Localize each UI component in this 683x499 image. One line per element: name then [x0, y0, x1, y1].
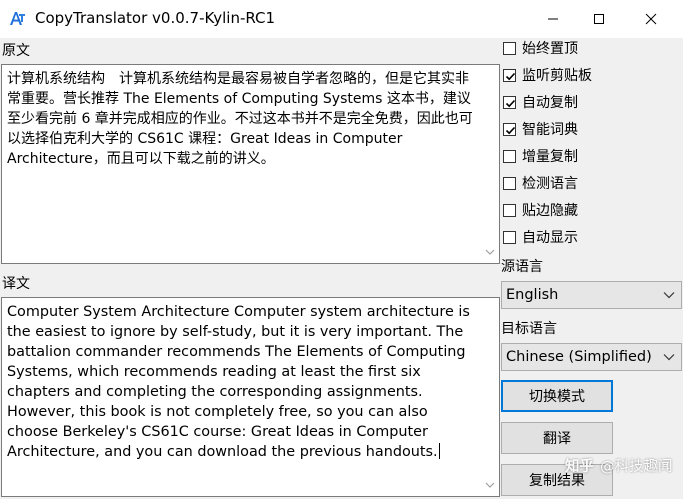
option-label: 监听剪贴板 — [522, 68, 592, 84]
option-incremental-copy[interactable]: 增量复制 — [503, 146, 578, 166]
checkbox-smart-dict[interactable] — [503, 122, 516, 136]
target-label: 译文 — [2, 276, 30, 292]
option-label: 自动复制 — [522, 95, 578, 111]
source-text-area[interactable]: 计算机系统结构 计算机系统结构是最容易被自学者忽略的，但是它其实非常重要。营长推… — [1, 64, 500, 264]
chevron-down-icon — [663, 354, 675, 361]
target-language-label: 目标语言 — [501, 321, 557, 337]
switch-mode-button[interactable]: 切换模式 — [501, 380, 613, 412]
option-label: 自动显示 — [522, 230, 578, 246]
check-icon — [505, 99, 516, 107]
watermark-text: @科技趣闻 — [600, 459, 673, 475]
option-smart-dict[interactable]: 智能词典 — [503, 119, 578, 139]
checkbox-detect-language[interactable] — [503, 176, 516, 190]
title-bar[interactable]: CopyTranslator v0.0.7-Kylin-RC1 — [0, 0, 683, 38]
scroll-down-icon[interactable] — [483, 245, 497, 259]
option-label: 始终置顶 — [522, 41, 578, 57]
source-language-select[interactable]: English — [501, 281, 682, 309]
check-icon — [505, 72, 516, 80]
checkbox-auto-copy[interactable] — [503, 95, 516, 109]
source-text: 计算机系统结构 计算机系统结构是最容易被自学者忽略的，但是它其实非常重要。营长推… — [7, 71, 473, 167]
close-button[interactable] — [628, 0, 674, 38]
checkbox-always-on-top[interactable] — [503, 41, 516, 55]
option-auto-copy[interactable]: 自动复制 — [503, 92, 578, 112]
watermark-logo: 知乎 — [565, 459, 594, 475]
checkbox-auto-show[interactable] — [503, 230, 516, 244]
option-listen-clipboard[interactable]: 监听剪贴板 — [503, 65, 592, 85]
minimize-icon — [548, 18, 558, 20]
close-icon — [645, 13, 657, 25]
checkbox-incremental-copy[interactable] — [503, 149, 516, 163]
option-label: 增量复制 — [522, 149, 578, 165]
check-icon — [505, 126, 516, 134]
maximize-button[interactable] — [576, 0, 622, 38]
window-title: CopyTranslator v0.0.7-Kylin-RC1 — [35, 9, 276, 27]
option-auto-show[interactable]: 自动显示 — [503, 227, 578, 247]
option-edge-hide[interactable]: 贴边隐藏 — [503, 200, 578, 220]
checkbox-edge-hide[interactable] — [503, 203, 516, 217]
translate-button[interactable]: 翻译 — [501, 422, 613, 454]
target-language-value: Chinese (Simplified) — [506, 349, 652, 365]
maximize-icon — [594, 14, 604, 24]
source-language-label: 源语言 — [501, 259, 543, 275]
target-text-area[interactable]: Computer System Architecture Computer sy… — [1, 297, 500, 497]
watermark: 知乎 @科技趣闻 — [565, 455, 673, 476]
source-language-value: English — [506, 287, 559, 303]
option-detect-language[interactable]: 检测语言 — [503, 173, 578, 193]
source-label: 原文 — [2, 43, 30, 59]
scroll-down-icon[interactable] — [483, 478, 497, 492]
option-always-on-top[interactable]: 始终置顶 — [503, 38, 578, 58]
chevron-down-icon — [663, 292, 675, 299]
minimize-button[interactable] — [530, 0, 576, 38]
option-label: 智能词典 — [522, 122, 578, 138]
target-text: Computer System Architecture Computer sy… — [7, 304, 470, 460]
text-cursor — [438, 443, 440, 459]
option-label: 检测语言 — [522, 176, 578, 192]
target-language-select[interactable]: Chinese (Simplified) — [501, 343, 682, 371]
checkbox-listen-clipboard[interactable] — [503, 68, 516, 82]
copytranslator-logo-icon — [8, 10, 26, 28]
option-label: 贴边隐藏 — [522, 203, 578, 219]
